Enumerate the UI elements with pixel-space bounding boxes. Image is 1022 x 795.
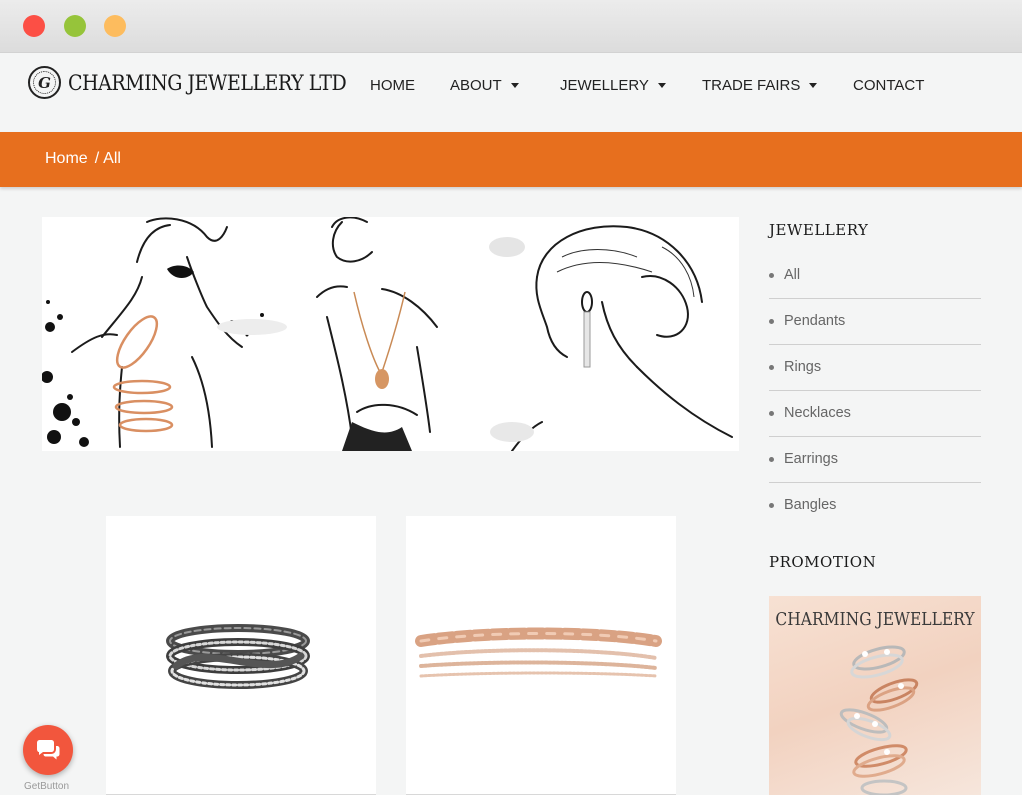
close-window-button[interactable] — [23, 15, 45, 37]
category-label: Necklaces — [784, 405, 851, 421]
nav-label: TRADE FAIRS — [702, 77, 801, 94]
category-label: Earrings — [784, 451, 838, 467]
promo-rings-image — [839, 645, 919, 795]
breadcrumb-separator: / — [94, 150, 100, 167]
category-item-pendants[interactable]: Pendants — [769, 299, 981, 345]
promotion-banner[interactable]: CHARMING JEWELLERY — [769, 596, 981, 795]
category-label: All — [784, 267, 801, 283]
bullet-icon — [769, 365, 774, 370]
sidebar-promotion-title: PROMOTION — [769, 553, 877, 571]
product-image-bracelet — [415, 627, 662, 678]
chat-widget-button[interactable] — [23, 725, 73, 775]
nav-label: JEWELLERY — [560, 77, 649, 94]
zoom-window-button[interactable] — [104, 15, 126, 37]
window-titlebar — [0, 0, 1022, 53]
category-item-necklaces[interactable]: Necklaces — [769, 391, 981, 437]
category-item-bangles[interactable]: Bangles — [769, 483, 981, 529]
caret-down-icon — [657, 83, 666, 88]
product-card[interactable] — [406, 516, 676, 795]
category-label: Bangles — [784, 497, 837, 513]
nav-label: HOME — [370, 77, 415, 94]
fashion-sketch-image — [42, 217, 733, 451]
nav-contact[interactable]: CONTACT — [853, 77, 924, 94]
breadcrumb: Home / All — [45, 150, 121, 168]
caret-down-icon — [809, 83, 818, 88]
chat-bubbles-icon — [37, 740, 60, 760]
caret-down-icon — [510, 83, 519, 88]
category-label: Rings — [784, 359, 822, 375]
site-header: G CHARMING JEWELLERY LTD HOME ABOUT JEWE… — [0, 53, 1022, 132]
hero-illustration — [42, 217, 739, 451]
category-list: All Pendants Rings Necklaces Earrings Ba… — [769, 253, 981, 529]
product-image-ring — [166, 624, 310, 689]
category-item-all[interactable]: All — [769, 253, 981, 299]
product-card[interactable] — [106, 516, 376, 795]
bullet-icon — [769, 319, 774, 324]
main-nav: HOME ABOUT JEWELLERY TRADE FAIRS CONTACT — [0, 77, 1022, 97]
minimize-window-button[interactable] — [64, 15, 86, 37]
category-item-earrings[interactable]: Earrings — [769, 437, 981, 483]
sidebar-jewellery-title: JEWELLERY — [769, 221, 869, 239]
bullet-icon — [769, 411, 774, 416]
chat-widget-label: GetButton — [24, 781, 70, 792]
bullet-icon — [769, 273, 774, 278]
bullet-icon — [769, 503, 774, 508]
nav-jewellery[interactable]: JEWELLERY — [560, 77, 666, 94]
nav-label: CONTACT — [853, 77, 925, 94]
bullet-icon — [769, 457, 774, 462]
breadcrumb-banner: Home / All — [0, 132, 1022, 187]
category-label: Pendants — [784, 313, 846, 329]
nav-about[interactable]: ABOUT — [450, 77, 519, 94]
nav-label: ABOUT — [450, 77, 502, 94]
nav-trade-fairs[interactable]: TRADE FAIRS — [702, 77, 818, 94]
breadcrumb-current: All — [103, 150, 121, 167]
breadcrumb-home-link[interactable]: Home — [45, 150, 88, 168]
category-item-rings[interactable]: Rings — [769, 345, 981, 391]
nav-home[interactable]: HOME — [370, 77, 415, 94]
